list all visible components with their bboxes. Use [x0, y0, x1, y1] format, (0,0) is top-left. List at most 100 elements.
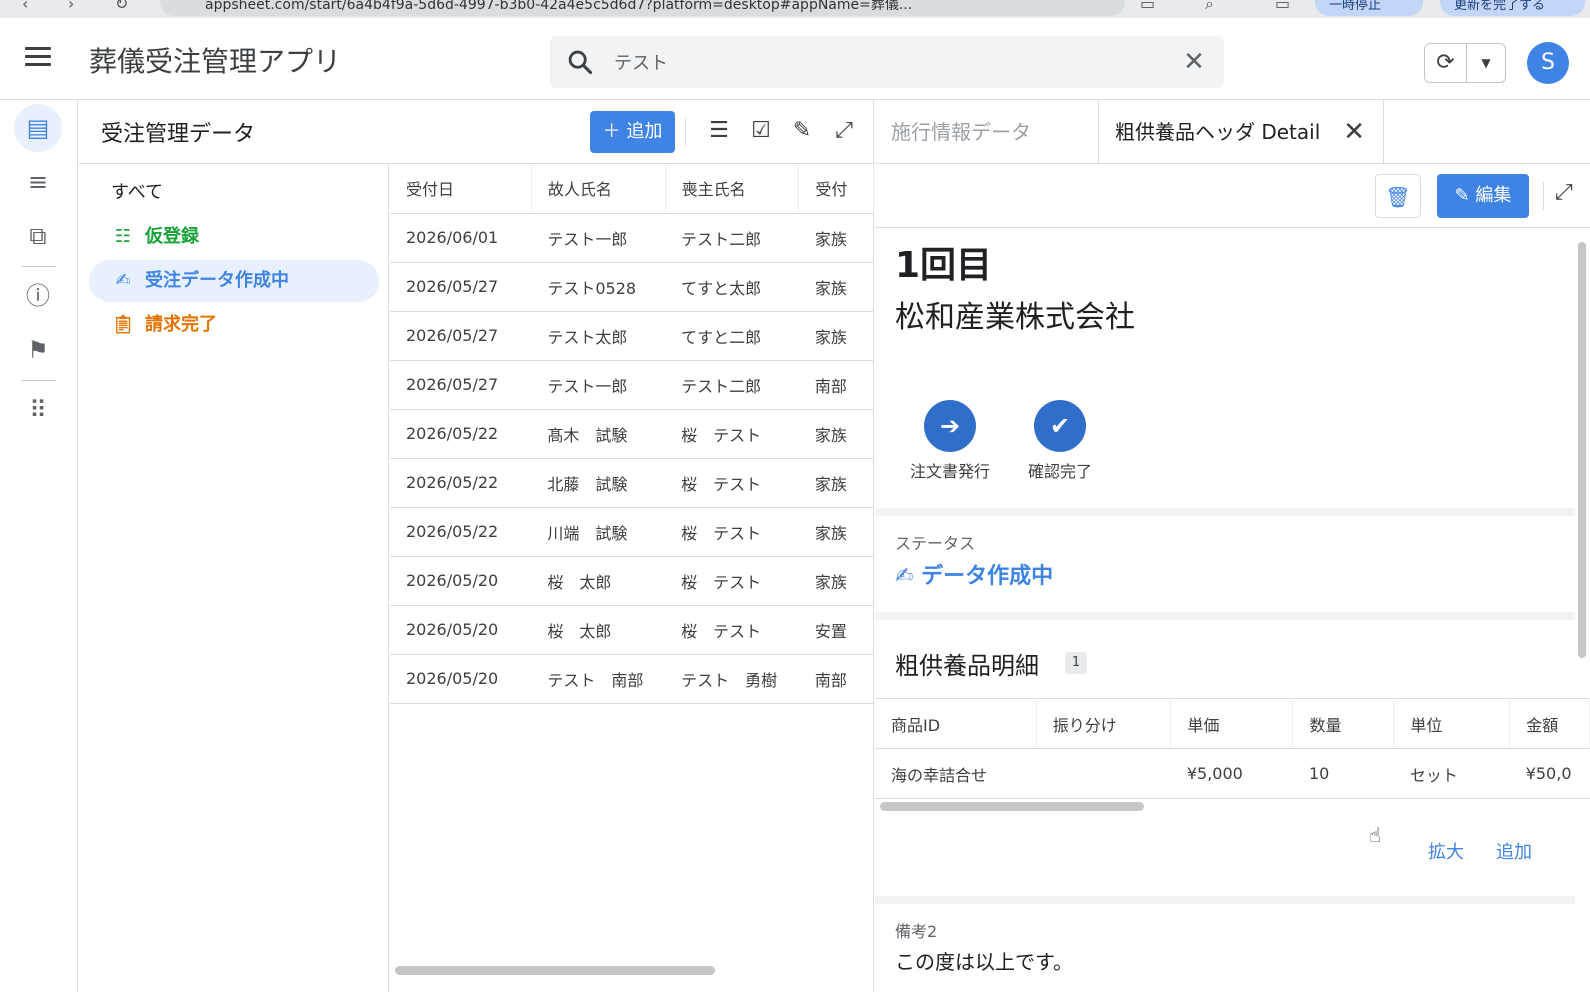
status-value: ✍ データ作成中: [895, 558, 1053, 590]
slice-billed[interactable]: 📋︎ 請求完了: [89, 304, 379, 346]
filter-icon[interactable]: ☰: [704, 116, 734, 146]
close-tab-icon[interactable]: ✕: [1343, 100, 1365, 164]
horizontal-scrollbar[interactable]: [395, 966, 715, 975]
table-cell: テスト0528: [531, 262, 666, 312]
edit-icon[interactable]: ✎: [787, 116, 817, 146]
open-external-icon[interactable]: ⧉: [14, 212, 62, 260]
table-row[interactable]: 海の幸詰合せ ¥5,000 10 セット ¥50,0: [875, 748, 1590, 799]
issue-order-action[interactable]: ➔ 注文書発行: [895, 400, 1005, 482]
sync-dropdown-icon[interactable]: ▼: [1467, 44, 1505, 82]
select-checkbox-icon[interactable]: ☑: [746, 116, 776, 146]
info-icon[interactable]: ⓘ: [14, 272, 62, 320]
forward-icon[interactable]: ›: [68, 0, 74, 13]
column-header[interactable]: 故人氏名: [531, 164, 666, 214]
profile-pill[interactable]: 一時停止: [1315, 0, 1423, 16]
column-header[interactable]: 数量: [1292, 698, 1395, 749]
address-bar[interactable]: appsheet.com/start/6a4b4f9a-5d6d-4997-b3…: [160, 0, 1125, 16]
section-divider: [875, 612, 1575, 620]
expand-icon[interactable]: ⤢: [829, 116, 859, 146]
list-pane: 受注管理データ ＋ 追加 ☰ ☑ ✎ ⤢ すべて ☷ 仮登録 ✍ 受注データ作成中 …: [79, 100, 874, 992]
update-pill[interactable]: 更新を完了する: [1440, 0, 1585, 16]
table-cell: 家族: [798, 311, 874, 361]
table-cell: 2026/05/27: [390, 360, 532, 410]
apps-grid-icon[interactable]: ⠿: [14, 386, 62, 434]
table-row[interactable]: 2026/05/22 北藤 試験桜 テスト 家族: [390, 458, 874, 508]
table-cell: 2026/05/22: [390, 409, 532, 459]
clear-search-icon[interactable]: ✕: [1180, 48, 1208, 76]
table-row[interactable]: 2026/05/20 テスト 南部 テスト 勇樹 南部: [390, 654, 874, 704]
table-view-icon[interactable]: ▤: [14, 104, 62, 152]
horizontal-scrollbar[interactable]: [880, 802, 1144, 811]
list-title: 受注管理データ: [101, 122, 256, 147]
reload-icon[interactable]: ↻: [115, 0, 128, 13]
list-table: 受付日 故人氏名 喪主氏名 受付 2026/06/01 テスト一郎 テスト二郎 家族 2…: [390, 164, 874, 704]
table-row[interactable]: 2026/05/22 川端 試験桜 テスト 家族: [390, 507, 874, 557]
plus-icon: ＋: [602, 121, 621, 142]
table-cell: 髙木 試験: [531, 409, 666, 459]
table-cell: 桜 太郎: [531, 556, 666, 606]
table-cell: テスト 南部: [531, 654, 666, 704]
detail-pane: 施行情報データ 粗供養品ヘッダ Detail ✕ 🗑︎ ✎ 編集 ⤢ 1回目 松…: [875, 100, 1590, 992]
column-header[interactable]: 単位: [1393, 698, 1511, 749]
window-icon[interactable]: ▭: [1275, 0, 1290, 13]
table-cell: ¥5,000: [1170, 748, 1293, 799]
edit-icon: ✎: [1454, 185, 1470, 206]
edit-button[interactable]: ✎ 編集: [1437, 174, 1529, 218]
avatar[interactable]: S: [1527, 42, 1569, 84]
table-cell: 10: [1292, 748, 1394, 799]
column-header[interactable]: 振り分け: [1036, 698, 1172, 749]
detail-number: 1回目: [895, 245, 993, 286]
tab-facility-info[interactable]: 施行情報データ: [875, 100, 1099, 164]
table-row[interactable]: 2026/05/20 桜 太郎桜 テスト 家族: [390, 556, 874, 606]
expand-icon[interactable]: ⤢: [1555, 180, 1573, 205]
table-row[interactable]: 2026/05/27 テスト太郎 てすと二郎 家族: [390, 311, 874, 361]
lens-icon[interactable]: ⌕: [1205, 0, 1214, 14]
column-header[interactable]: 喪主氏名: [665, 164, 800, 214]
search-bar[interactable]: ✕: [550, 36, 1224, 88]
table-cell: テスト太郎: [531, 311, 666, 361]
add-link[interactable]: 追加: [1496, 838, 1532, 864]
slice-in-progress[interactable]: ✍ 受注データ作成中: [89, 260, 379, 302]
hamburger-menu-icon[interactable]: [22, 42, 54, 74]
feedback-icon[interactable]: ⚑: [14, 326, 62, 374]
detail-content: 1回目 松和産業株式会社 ➔ 注文書発行 ✔ 確認完了 ステータス ✍ データ作…: [875, 228, 1590, 992]
table-header-row: 商品ID 振り分け 単価 数量 単位 金額: [875, 698, 1590, 749]
table-cell: 2026/05/22: [390, 507, 532, 557]
table-row[interactable]: 2026/05/22 髙木 試験桜 テスト 家族: [390, 409, 874, 459]
column-header[interactable]: 金額: [1509, 698, 1590, 749]
list-view-icon[interactable]: ≡: [14, 158, 62, 206]
table-row[interactable]: 2026/06/01 テスト一郎 テスト二郎 家族: [390, 213, 874, 263]
table-row[interactable]: 2026/05/20 桜 太郎桜 テスト 安置: [390, 605, 874, 655]
expand-link[interactable]: 拡大: [1428, 838, 1464, 864]
slice-provisional[interactable]: ☷ 仮登録: [89, 216, 379, 258]
add-button[interactable]: ＋ 追加: [590, 111, 675, 153]
delete-button[interactable]: 🗑︎: [1375, 174, 1421, 218]
search-input[interactable]: [614, 48, 1134, 76]
table-row[interactable]: 2026/05/27 テスト一郎 テスト二郎 南部: [390, 360, 874, 410]
table-cell: 桜 テスト: [665, 458, 799, 508]
tab-header-detail[interactable]: 粗供養品ヘッダ Detail ✕: [1099, 100, 1384, 164]
column-header[interactable]: 受付日: [390, 164, 532, 214]
table-cell: テスト 勇樹: [665, 654, 799, 704]
detail-toolbar: 🗑︎ ✎ 編集 ⤢: [875, 164, 1590, 228]
section-divider: [875, 508, 1575, 516]
column-header[interactable]: 商品ID: [875, 698, 1037, 749]
count-badge: 1: [1065, 652, 1087, 674]
search-icon: [568, 50, 593, 75]
vertical-scrollbar[interactable]: [1578, 242, 1586, 658]
column-header[interactable]: 受付: [798, 164, 874, 214]
table-cell: テスト二郎: [665, 360, 799, 410]
table-cell: 家族: [798, 458, 874, 508]
table-cell: テスト一郎: [531, 213, 666, 263]
back-icon[interactable]: ‹: [22, 0, 28, 13]
slice-label: 受注データ作成中: [145, 270, 289, 291]
column-header[interactable]: 単価: [1170, 698, 1294, 749]
sync-icon[interactable]: ⟳: [1425, 44, 1467, 82]
table-cell: 2026/05/20: [390, 654, 532, 704]
confirm-complete-action[interactable]: ✔ 確認完了: [1005, 400, 1115, 482]
extension-icon[interactable]: ▭: [1140, 0, 1155, 13]
table-row[interactable]: 2026/05/27 テスト0528 てすと太郎 家族: [390, 262, 874, 312]
table-cell: 南部: [798, 360, 874, 410]
slice-all[interactable]: すべて: [89, 172, 379, 214]
table-cell: テスト二郎: [665, 213, 799, 263]
